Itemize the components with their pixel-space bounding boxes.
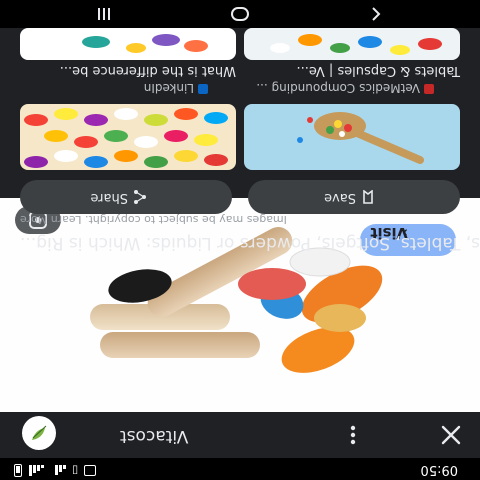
related-caption-1[interactable]: Tablets & Capsules | Ve...	[296, 63, 460, 78]
share-label: Share	[90, 190, 128, 205]
related-image-1[interactable]	[244, 104, 460, 170]
result-title[interactable]: Capsules, Tablets, Softgels, Powders or …	[20, 233, 480, 253]
status-bar: 09:50 ▯	[0, 458, 480, 480]
close-icon[interactable]	[438, 422, 464, 448]
save-button[interactable]: Save	[248, 180, 460, 214]
status-time: 09:50	[420, 462, 458, 477]
bookmark-icon	[363, 190, 373, 204]
share-button[interactable]: Share	[20, 180, 232, 214]
related-caption-2[interactable]: What is the difference be...	[60, 63, 236, 78]
share-icon	[134, 190, 146, 204]
status-icons: ▯	[14, 464, 97, 477]
copyright-note[interactable]: Images may be subject to copyright. Lear…	[20, 213, 287, 226]
nav-bar	[0, 0, 480, 28]
save-label: Save	[324, 190, 356, 205]
signal-icon	[28, 465, 44, 476]
related-source-2[interactable]: LinkedIn	[144, 81, 208, 95]
linkedin-icon	[198, 84, 208, 94]
related-image-2[interactable]	[20, 104, 236, 170]
vibrate-icon: ▯	[72, 464, 79, 477]
battery-icon	[14, 464, 22, 477]
related-source-1[interactable]: VetMedics Compounding ...	[256, 81, 434, 95]
back-icon[interactable]	[368, 6, 384, 22]
wifi-icon	[50, 465, 66, 476]
site-logo[interactable]	[22, 416, 56, 450]
notification-icon	[84, 465, 97, 476]
site-name[interactable]: Vitacost	[120, 426, 188, 446]
home-icon[interactable]	[230, 6, 250, 22]
related-image-3[interactable]	[244, 28, 460, 60]
more-vert-icon[interactable]	[348, 422, 358, 448]
screen: 09:50 ▯ Vitacost Visit › s, Tablets, Sof…	[0, 0, 480, 480]
related-image-4[interactable]	[20, 28, 236, 60]
app-bar: Vitacost	[0, 412, 480, 458]
recents-icon[interactable]	[96, 6, 112, 22]
source-favicon-1	[424, 84, 434, 94]
